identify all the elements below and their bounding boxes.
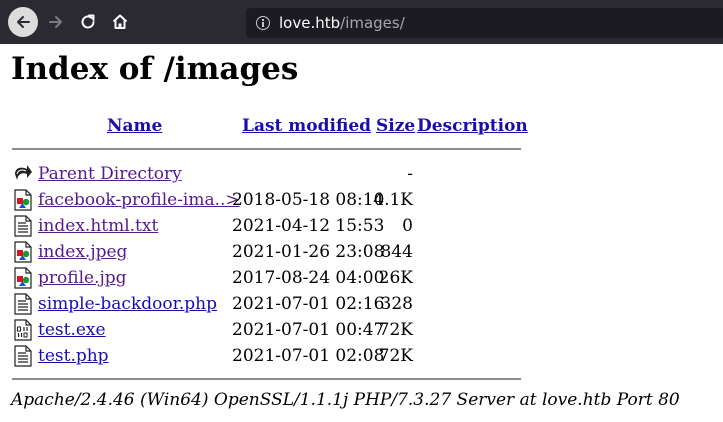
file-size: 72K	[378, 320, 413, 340]
file-link[interactable]: test.php	[38, 346, 109, 366]
reload-button[interactable]	[73, 7, 103, 37]
file-link[interactable]: simple-backdoor.php	[38, 294, 217, 314]
address-bar[interactable]: love.htb/images/	[246, 8, 723, 38]
parent-size: -	[407, 164, 413, 184]
file-row: facebook-profile-ima..> 2018-05-18 08:10…	[0, 187, 723, 213]
home-icon	[112, 14, 128, 29]
home-button[interactable]	[105, 7, 135, 37]
parent-directory-link[interactable]: Parent Directory	[38, 164, 182, 184]
file-modified: 2017-08-24 04:00	[232, 268, 385, 288]
file-row: index.jpeg 2021-01-26 23:08 844	[0, 239, 723, 265]
binary-file-icon	[14, 319, 32, 341]
footer-divider	[12, 378, 521, 380]
sort-by-name-link[interactable]: Name	[107, 116, 162, 136]
sort-by-last-modified-link[interactable]: Last modified	[242, 116, 371, 136]
server-signature: Apache/2.4.46 (Win64) OpenSSL/1.1.1j PHP…	[11, 390, 680, 410]
url-text[interactable]: love.htb/images/	[279, 14, 405, 32]
arrow-right-icon	[49, 16, 62, 28]
image-icon	[14, 189, 32, 211]
file-size: 72K	[378, 346, 413, 366]
file-row: simple-backdoor.php 2021-07-01 02:16 328	[0, 291, 723, 317]
file-row: test.exe 2021-07-01 00:47 72K	[0, 317, 723, 343]
reload-icon	[81, 14, 95, 29]
file-modified: 2021-07-01 02:16	[232, 294, 385, 314]
back-arrow-icon	[15, 165, 32, 180]
url-host: love.htb	[279, 14, 341, 32]
file-link[interactable]: facebook-profile-ima..>	[38, 190, 240, 210]
file-row: test.php 2021-07-01 02:08 72K	[0, 343, 723, 369]
file-row: index.html.txt 2021-04-12 15:53 0	[0, 213, 723, 239]
file-size: 4.1K	[373, 190, 413, 210]
image-icon	[14, 241, 32, 263]
back-button[interactable]	[8, 7, 38, 37]
file-modified: 2021-01-26 23:08	[232, 242, 385, 262]
file-link[interactable]: test.exe	[38, 320, 106, 340]
browser-toolbar: love.htb/images/	[0, 0, 723, 44]
file-size: 844	[380, 242, 413, 262]
forward-button[interactable]	[41, 7, 71, 37]
file-modified: 2021-04-12 15:53	[232, 216, 385, 236]
url-path: /images/	[340, 14, 405, 32]
parent-directory-row: Parent Directory -	[0, 161, 723, 187]
file-modified: 2021-07-01 00:47	[232, 320, 385, 340]
file-size: 328	[380, 294, 413, 314]
text-file-icon	[14, 215, 32, 237]
info-icon[interactable]	[256, 16, 270, 30]
file-link[interactable]: index.jpeg	[38, 242, 127, 262]
file-link[interactable]: index.html.txt	[38, 216, 158, 236]
page-title: Index of /images	[11, 51, 299, 87]
file-modified: 2018-05-18 08:10	[232, 190, 385, 210]
image-icon	[14, 267, 32, 289]
file-row: profile.jpg 2017-08-24 04:00 26K	[0, 265, 723, 291]
text-file-icon	[14, 293, 32, 315]
text-file-icon	[14, 345, 32, 367]
file-size: 0	[402, 216, 413, 236]
sort-by-size-link[interactable]: Size	[376, 116, 415, 136]
sort-by-description-link[interactable]: Description	[417, 116, 528, 136]
file-modified: 2021-07-01 02:08	[232, 346, 385, 366]
file-link[interactable]: profile.jpg	[38, 268, 127, 288]
header-divider	[12, 148, 521, 150]
arrow-left-icon	[17, 16, 30, 28]
file-size: 26K	[378, 268, 413, 288]
